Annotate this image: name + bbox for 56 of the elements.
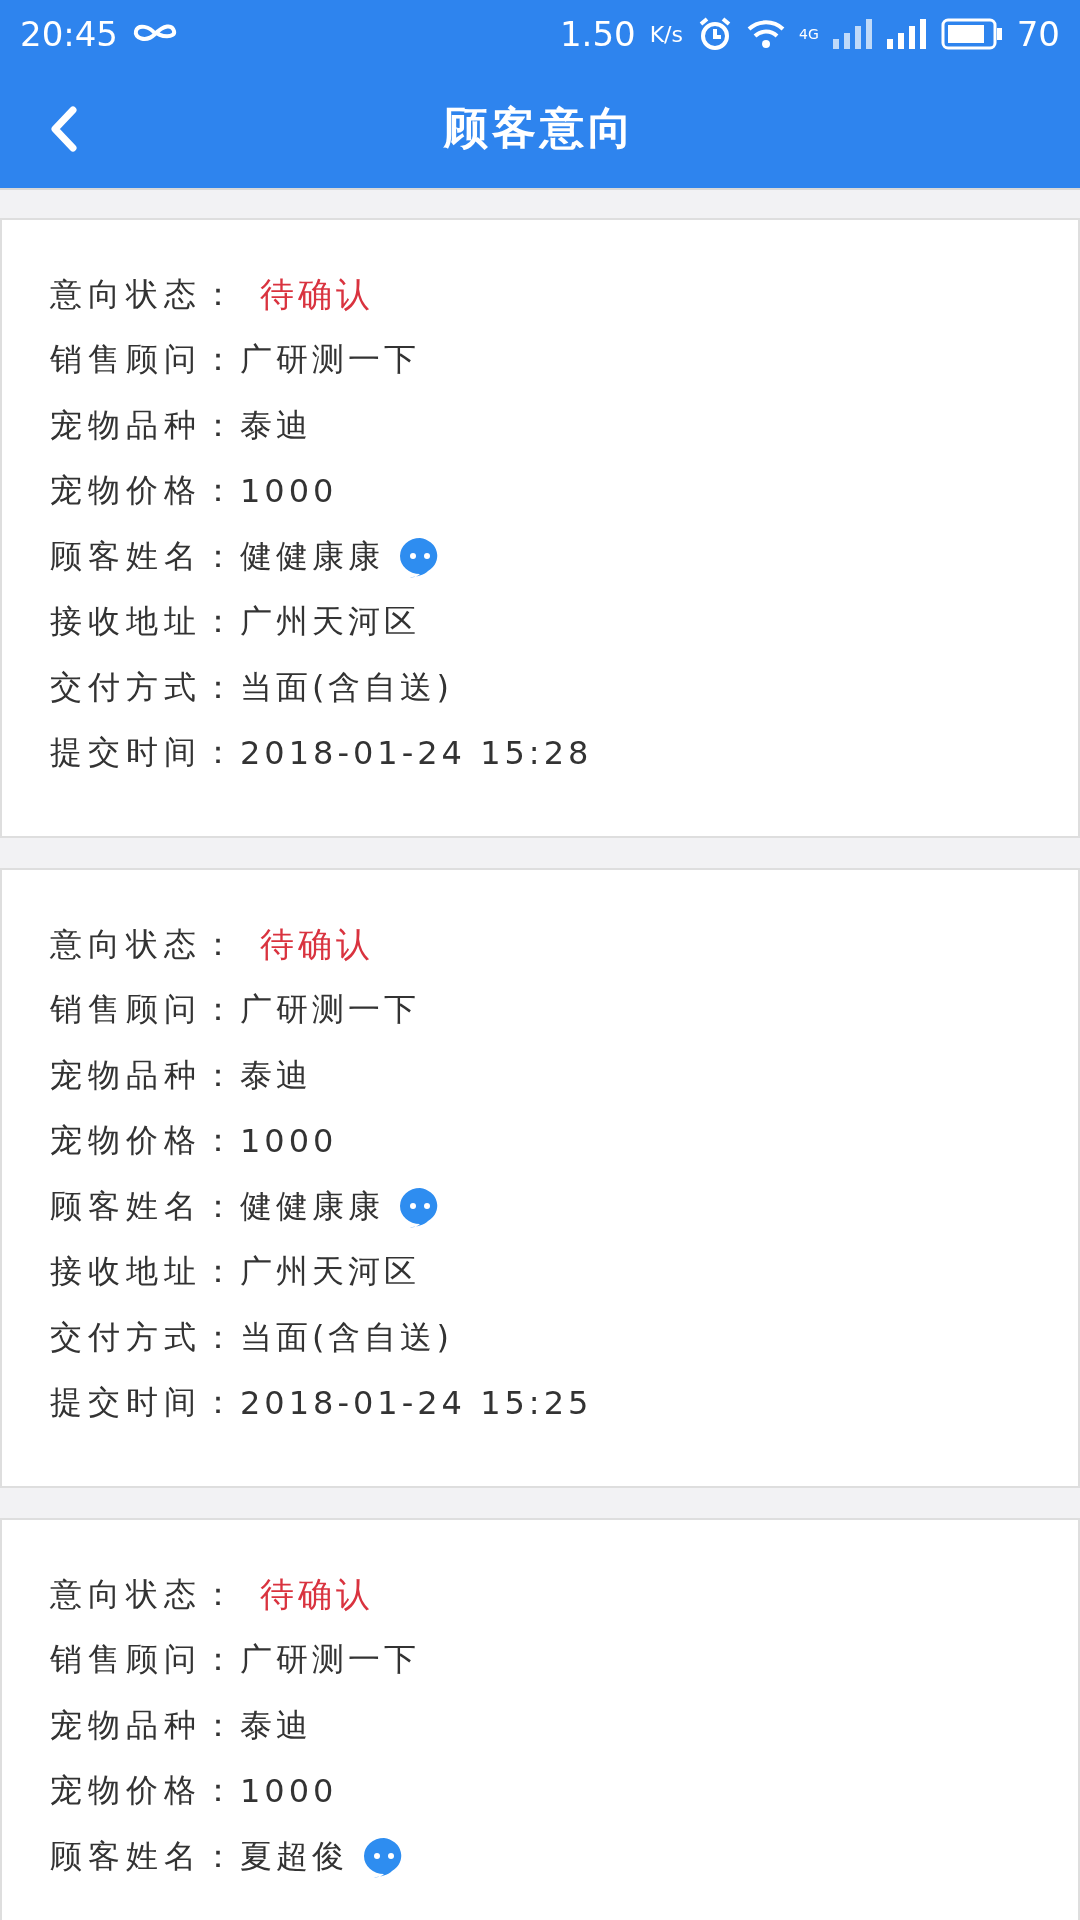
back-icon[interactable] (48, 106, 78, 152)
field-value: 2018-01-24 15:25 (240, 1384, 593, 1423)
battery-icon (940, 18, 1003, 50)
field-label: 提交时间： (50, 732, 240, 774)
signal-icon (886, 19, 927, 49)
field-label: 宠物品种： (50, 1704, 240, 1746)
field-label: 意向状态： (50, 1573, 240, 1615)
field-value: 泰迪 (240, 1054, 312, 1096)
field-label: 顾客姓名： (50, 1185, 240, 1227)
page-title: 顾客意向 (444, 100, 636, 155)
field-value: 当面(含自送) (240, 666, 453, 708)
field-value: 广研测一下 (240, 339, 420, 381)
field-value: 待确认 (259, 922, 375, 966)
field-label: 顾客姓名： (50, 1835, 240, 1877)
field-value: 1000 (240, 472, 338, 511)
field-value: 当面(含自送) (240, 1316, 453, 1358)
field-label: 意向状态： (50, 923, 240, 965)
field-value: 待确认 (259, 272, 375, 316)
field-value: 健健康康 (240, 535, 384, 577)
signal-icon (832, 19, 873, 49)
field-label: 宠物价格： (50, 1120, 240, 1162)
field-label: 接收地址： (50, 1251, 240, 1293)
field-label: 接收地址： (50, 601, 240, 643)
field-value: 广研测一下 (240, 1639, 420, 1681)
field-label: 宠物品种： (50, 404, 240, 446)
field-value: 1000 (240, 1772, 338, 1811)
field-label: 交付方式： (50, 1316, 240, 1358)
field-label: 顾客姓名： (50, 535, 240, 577)
network-speed: 1.50 (559, 14, 636, 54)
field-value: 健健康康 (240, 1185, 384, 1227)
intent-card[interactable]: 意向状态： 待确认 销售顾问：广研测一下 宠物品种：泰迪 宠物价格：1000 顾客姓名：健健康康 接收地址：广州天河区 交付方式：当面(含自送) 提交时间：2018-01-24 15:28 (0, 218, 1080, 838)
field-value: 夏超俊 (240, 1835, 348, 1877)
field-value: 广州天河区 (240, 1251, 420, 1293)
wifi-icon (746, 19, 785, 49)
field-label: 销售顾问： (50, 1639, 240, 1681)
field-label: 宠物价格： (50, 470, 240, 512)
field-label: 宠物品种： (50, 1054, 240, 1096)
field-value: 待确认 (259, 1572, 375, 1616)
battery-level: 70 (1016, 14, 1060, 54)
field-value: 泰迪 (240, 404, 312, 446)
field-value: 2018-01-24 15:28 (240, 734, 593, 773)
field-label: 销售顾问： (50, 339, 240, 381)
field-label: 提交时间： (50, 1382, 240, 1424)
intent-card[interactable]: 意向状态： 待确认 销售顾问：广研测一下 宠物品种：泰迪 宠物价格：1000 顾客姓名：健健康康 接收地址：广州天河区 交付方式：当面(含自送) 提交时间：2018-01-24 15:25 (0, 868, 1080, 1488)
clock-time: 20:45 (20, 14, 118, 54)
field-label: 意向状态： (50, 273, 240, 315)
intent-card[interactable]: 意向状态： 待确认 销售顾问：广研测一下 宠物品种：泰迪 宠物价格：1000 顾客姓名：夏超俊 (0, 1518, 1080, 1920)
field-value: 广研测一下 (240, 989, 420, 1031)
speed-unit: K/s (649, 21, 683, 47)
field-label: 宠物价格： (50, 1770, 240, 1812)
field-value: 广州天河区 (240, 601, 420, 643)
field-label: 交付方式： (50, 666, 240, 708)
field-value: 1000 (240, 1122, 338, 1161)
network-type: 4G (798, 26, 819, 42)
field-value: 泰迪 (240, 1704, 312, 1746)
field-label: 销售顾问： (50, 989, 240, 1031)
